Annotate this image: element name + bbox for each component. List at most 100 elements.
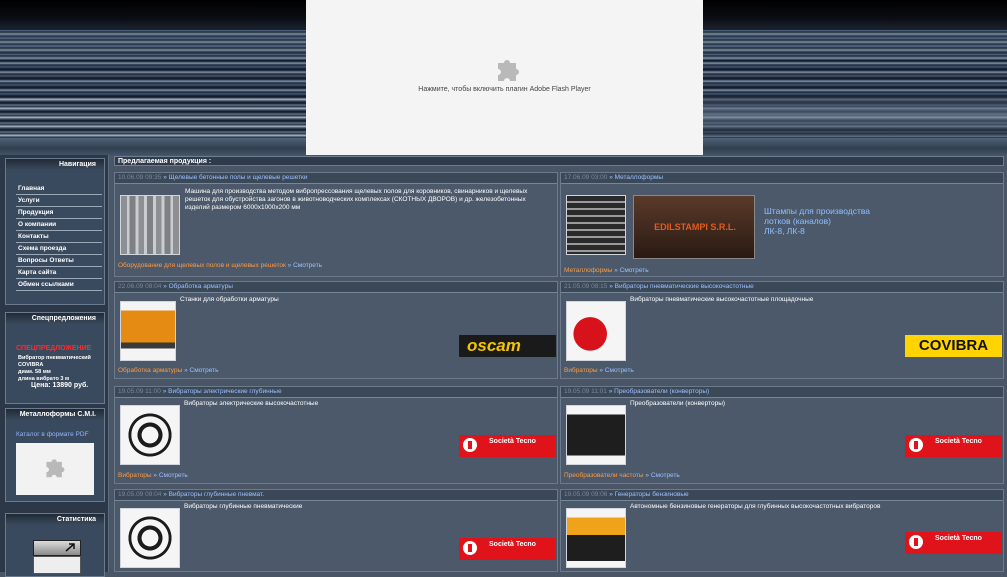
- product-image[interactable]: [120, 508, 180, 568]
- card-title[interactable]: Вибраторы пневматические высокочастотные: [615, 283, 754, 290]
- special-offer-details: Вибратор пневматический COVIBRA диам. 58…: [18, 355, 98, 383]
- product-card: 10.06.09 09:35 » Щелевые бетонные полы и…: [114, 172, 558, 277]
- nav-item-contacts[interactable]: Контакты: [16, 231, 102, 243]
- societa-tecno-logo[interactable]: Società Tecno: [459, 538, 556, 560]
- product-image[interactable]: [120, 301, 176, 361]
- card-date: 10.06.09 09:35: [118, 174, 162, 181]
- nav-item-about[interactable]: О компании: [16, 219, 102, 231]
- card-date: 21.05.09 08:15: [564, 283, 608, 290]
- special-offer-panel: Спецпредложения СПЕЦПРЕДЛОЖЕНИЕ Вибратор…: [5, 312, 105, 404]
- counter-badge[interactable]: [33, 540, 81, 556]
- societa-tecno-logo[interactable]: Società Tecno: [905, 435, 1002, 457]
- navigation-panel: Навигация Главная Услуги Продукция О ком…: [5, 158, 105, 305]
- societa-tecno-logo[interactable]: Società Tecno: [459, 435, 556, 457]
- product-card: 19.05.09 11:00 » Вибраторы электрические…: [114, 386, 558, 484]
- card-title[interactable]: Вибраторы электрические глубинные: [168, 388, 281, 395]
- offer-line: Вибратор пневматический: [18, 355, 91, 361]
- flash-plugin-placeholder[interactable]: Нажмите, чтобы включить плагин Adobe Fla…: [306, 0, 703, 155]
- product-card: 19.05.09 09:04 » Вибраторы глубинные пне…: [114, 489, 558, 572]
- category-link[interactable]: Преобразователи частоты: [564, 472, 644, 479]
- card-title[interactable]: Щелевые бетонные полы и щелевые решетки: [169, 174, 308, 181]
- product-image[interactable]: [120, 405, 180, 465]
- plugin-puzzle-icon: [498, 60, 519, 81]
- card-date: 19.05.09 09:06: [564, 491, 608, 498]
- view-link[interactable]: Смотреть: [620, 267, 649, 274]
- product-card: 19.05.09 11:01 » Преобразователи (конвер…: [560, 386, 1004, 484]
- product-image[interactable]: [120, 195, 180, 255]
- catalog-pdf-link[interactable]: Каталог в формате PDF: [16, 431, 89, 438]
- counter-image[interactable]: [33, 556, 81, 574]
- nav-item-faq[interactable]: Вопросы Ответы: [16, 255, 102, 267]
- card-date: 22.06.09 08:04: [118, 283, 162, 290]
- card-title[interactable]: Преобразователи (конверторы): [614, 388, 709, 395]
- catalog-panel: Металлоформы C.M.I. Каталог в формате PD…: [5, 408, 105, 502]
- nav-item-sitemap[interactable]: Карта сайта: [16, 267, 102, 279]
- product-image[interactable]: [566, 301, 626, 361]
- product-description: Машина для производства методом вибропре…: [185, 188, 528, 211]
- edilstampi-banner[interactable]: EDILSTAMPI S.R.L.: [633, 195, 755, 259]
- nav-item-route-map[interactable]: Схема проезда: [16, 243, 102, 255]
- catalog-title: Металлоформы C.M.I.: [6, 409, 104, 420]
- category-link[interactable]: Металлоформы: [564, 267, 612, 274]
- product-description: Вибраторы глубинные пневматические: [184, 503, 303, 510]
- statistics-title: Статистика: [6, 514, 104, 525]
- offer-line: COVIBRA: [18, 362, 44, 368]
- category-link[interactable]: Вибраторы: [118, 472, 152, 479]
- special-offer-price: Цена: 13890 руб.: [31, 382, 89, 389]
- card-header[interactable]: 17.06.09 03:00 » Металлоформы: [561, 173, 1003, 184]
- statistics-panel: Статистика: [5, 513, 105, 577]
- card-footer: Обработка арматуры » Смотреть: [118, 367, 219, 374]
- covibra-logo[interactable]: COVIBRA: [905, 335, 1002, 357]
- left-sidebar: Навигация Главная Услуги Продукция О ком…: [0, 155, 109, 577]
- card-header[interactable]: 10.06.09 09:35 » Щелевые бетонные полы и…: [115, 173, 557, 184]
- category-link[interactable]: Оборудование для щелевых полов и щелевых…: [118, 262, 286, 269]
- card-header[interactable]: 19.05.09 11:01 » Преобразователи (конвер…: [561, 387, 1003, 398]
- product-image[interactable]: [566, 195, 626, 255]
- card-title[interactable]: Металлоформы: [615, 174, 663, 181]
- product-card: 17.06.09 03:00 » Металлоформы EDILSTAMPI…: [560, 172, 1004, 277]
- card-date: 19.05.09 11:00: [118, 388, 161, 395]
- card-header[interactable]: 19.05.09 09:06 » Генераторы бензиновые: [561, 490, 1003, 501]
- card-footer: Оборудование для щелевых полов и щелевых…: [118, 262, 323, 269]
- category-link[interactable]: Обработка арматуры: [118, 367, 182, 374]
- navigation-menu: Главная Услуги Продукция О компании Конт…: [16, 183, 102, 291]
- card-date: 19.05.09 09:04: [118, 491, 162, 498]
- arrow-icon: [65, 543, 75, 552]
- card-title[interactable]: Вибраторы глубинные пневмат.: [169, 491, 264, 498]
- card-header[interactable]: 22.06.09 08:04 » Обработка арматуры: [115, 282, 557, 293]
- product-card: 21.05.09 08:15 » Вибраторы пневматически…: [560, 281, 1004, 379]
- card-title[interactable]: Обработка арматуры: [169, 283, 233, 290]
- special-offer-heading[interactable]: СПЕЦПРЕДЛОЖЕНИЕ: [16, 345, 91, 352]
- view-link[interactable]: Смотреть: [651, 472, 680, 479]
- product-image[interactable]: [566, 508, 626, 568]
- header-stripe: [703, 96, 1007, 136]
- oscam-logo[interactable]: oscam: [459, 335, 556, 357]
- product-card: 22.06.09 08:04 » Обработка арматуры Стан…: [114, 281, 558, 379]
- product-image[interactable]: [566, 405, 626, 465]
- nav-item-home[interactable]: Главная: [16, 183, 102, 195]
- tecno-mark-icon: [463, 438, 477, 452]
- category-link[interactable]: Вибраторы: [564, 367, 598, 374]
- view-link[interactable]: Смотреть: [293, 262, 322, 269]
- nav-item-products[interactable]: Продукция: [16, 207, 102, 219]
- product-description: Преобразователи (конверторы): [630, 400, 726, 407]
- card-title[interactable]: Генераторы бензиновые: [615, 491, 689, 498]
- societa-tecno-logo[interactable]: Società Tecno: [905, 532, 1002, 554]
- catalog-plugin-placeholder[interactable]: [16, 443, 94, 495]
- card-header[interactable]: 19.05.09 09:04 » Вибраторы глубинные пне…: [115, 490, 557, 501]
- card-footer: Вибраторы » Смотреть: [564, 367, 634, 374]
- view-link[interactable]: Смотреть: [190, 367, 219, 374]
- nav-item-services[interactable]: Услуги: [16, 195, 102, 207]
- special-offer-title: Спецпредложения: [6, 313, 104, 324]
- view-link[interactable]: Смотреть: [605, 367, 634, 374]
- card-header[interactable]: 21.05.09 08:15 » Вибраторы пневматически…: [561, 282, 1003, 293]
- product-headline[interactable]: Штампы для производства лотков (каналов)…: [764, 206, 870, 236]
- flash-message: Нажмите, чтобы включить плагин Adobe Fla…: [418, 86, 591, 93]
- card-footer: Металлоформы » Смотреть: [564, 267, 649, 274]
- main-content: Предлагаемая продукция : 10.06.09 09:35 …: [112, 155, 1007, 572]
- card-header[interactable]: 19.05.09 11:00 » Вибраторы электрические…: [115, 387, 557, 398]
- navigation-title: Навигация: [6, 159, 104, 170]
- nav-item-link-exchange[interactable]: Обмен ссылками: [16, 279, 102, 291]
- view-link[interactable]: Смотреть: [159, 472, 188, 479]
- product-description: Вибраторы электрические высокочастотные: [184, 400, 319, 407]
